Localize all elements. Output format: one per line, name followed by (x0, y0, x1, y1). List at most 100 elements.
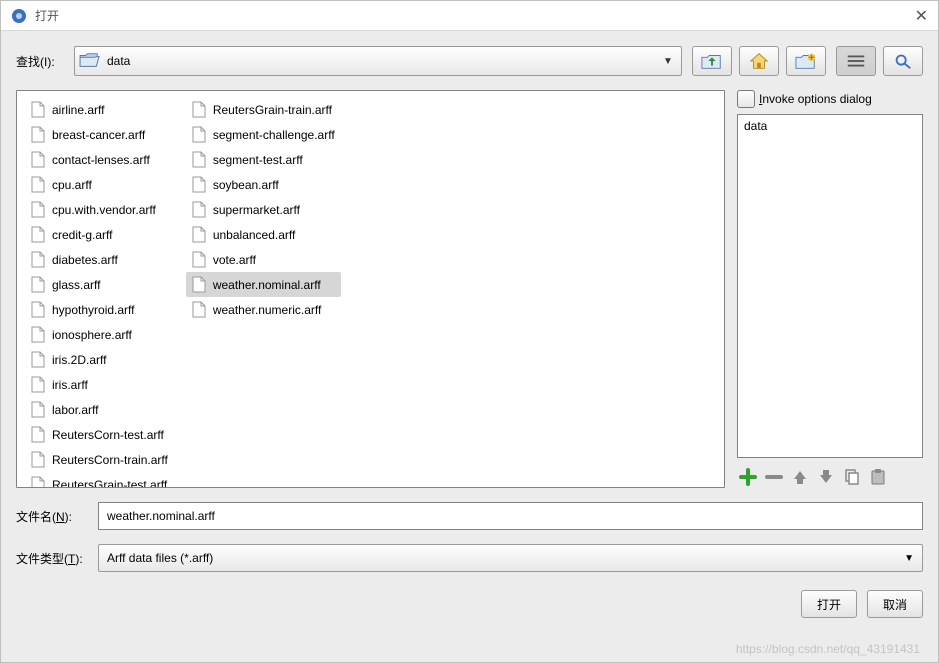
file-item[interactable]: cpu.with.vendor.arff (25, 197, 174, 222)
details-view-button[interactable] (883, 46, 923, 76)
file-item-label: segment-challenge.arff (213, 128, 335, 142)
filename-input[interactable] (98, 502, 923, 530)
remove-icon[interactable] (763, 466, 785, 488)
file-icon (31, 375, 47, 395)
filetype-row: 文件类型(T): Arff data files (*.arff) ▼ (16, 544, 923, 572)
move-up-icon[interactable] (789, 466, 811, 488)
invoke-options-checkbox[interactable] (737, 90, 755, 108)
file-item-label: weather.nominal.arff (213, 278, 321, 292)
file-icon (31, 475, 47, 489)
lookin-combo[interactable]: data ▼ (74, 46, 682, 76)
filename-row: 文件名(N): (16, 502, 923, 530)
file-item[interactable]: breast-cancer.arff (25, 122, 174, 147)
side-list-item[interactable]: data (744, 119, 916, 133)
file-item[interactable]: vote.arff (186, 247, 341, 272)
chevron-down-icon: ▼ (904, 553, 914, 564)
file-icon (192, 125, 208, 145)
chevron-down-icon: ▼ (659, 56, 677, 67)
file-item[interactable]: airline.arff (25, 97, 174, 122)
dialog-body: 查找(I): data ▼ (1, 31, 938, 662)
file-item[interactable]: ReutersCorn-test.arff (25, 422, 174, 447)
file-icon (192, 225, 208, 245)
file-item[interactable]: cpu.arff (25, 172, 174, 197)
file-item-label: credit-g.arff (52, 228, 112, 242)
side-panel: Invoke options dialog data (737, 90, 923, 488)
file-icon (192, 250, 208, 270)
file-item[interactable]: ionosphere.arff (25, 322, 174, 347)
watermark: https://blog.csdn.net/qq_43191431 (736, 642, 920, 656)
file-item[interactable]: segment-test.arff (186, 147, 341, 172)
file-item-label: iris.arff (52, 378, 88, 392)
file-icon (192, 175, 208, 195)
file-item-label: cpu.arff (52, 178, 92, 192)
file-item[interactable]: labor.arff (25, 397, 174, 422)
open-button[interactable]: 打开 (801, 590, 857, 618)
lookin-label: 查找(I): (16, 53, 64, 70)
file-icon (31, 450, 47, 470)
up-one-level-button[interactable] (692, 46, 732, 76)
file-item[interactable]: ReutersCorn-train.arff (25, 447, 174, 472)
file-icon (31, 200, 47, 220)
file-item-label: weather.numeric.arff (213, 303, 322, 317)
file-icon (31, 175, 47, 195)
file-icon (31, 425, 47, 445)
filename-label: 文件名(N): (16, 508, 86, 525)
mid-row: airline.arff breast-cancer.arff contact-le… (16, 90, 923, 488)
file-item-label: segment-test.arff (213, 153, 303, 167)
invoke-options-row: Invoke options dialog (737, 90, 923, 108)
file-icon (31, 125, 47, 145)
file-item[interactable]: glass.arff (25, 272, 174, 297)
file-item[interactable]: soybean.arff (186, 172, 341, 197)
file-item[interactable]: contact-lenses.arff (25, 147, 174, 172)
file-item[interactable]: unbalanced.arff (186, 222, 341, 247)
file-icon (31, 400, 47, 420)
copy-icon[interactable] (841, 466, 863, 488)
new-folder-button[interactable] (786, 46, 826, 76)
filetype-value: Arff data files (*.arff) (107, 551, 213, 565)
file-icon (192, 150, 208, 170)
file-icon (31, 250, 47, 270)
add-icon[interactable] (737, 466, 759, 488)
cancel-button[interactable]: 取消 (867, 590, 923, 618)
app-icon (11, 8, 27, 24)
file-item-label: breast-cancer.arff (52, 128, 145, 142)
file-item[interactable]: diabetes.arff (25, 247, 174, 272)
file-item-label: hypothyroid.arff (52, 303, 135, 317)
file-item[interactable]: iris.arff (25, 372, 174, 397)
list-view-button[interactable] (836, 46, 876, 76)
lookin-row: 查找(I): data ▼ (16, 46, 923, 76)
lookin-value: data (107, 54, 659, 68)
home-button[interactable] (739, 46, 779, 76)
folder-open-icon (79, 51, 101, 72)
file-item[interactable]: ReutersGrain-train.arff (186, 97, 341, 122)
file-item[interactable]: weather.numeric.arff (186, 297, 341, 322)
window-title: 打开 (35, 7, 59, 24)
file-item[interactable]: hypothyroid.arff (25, 297, 174, 322)
file-icon (192, 100, 208, 120)
file-item[interactable]: ReutersGrain-test.arff (25, 472, 174, 488)
filetype-label: 文件类型(T): (16, 550, 86, 567)
move-down-icon[interactable] (815, 466, 837, 488)
file-item-label: supermarket.arff (213, 203, 300, 217)
file-item-label: ReutersCorn-test.arff (52, 428, 164, 442)
file-icon (192, 300, 208, 320)
dialog-buttons: 打开 取消 (16, 590, 923, 618)
paste-icon[interactable] (867, 466, 889, 488)
file-icon (31, 150, 47, 170)
file-item-label: airline.arff (52, 103, 104, 117)
file-item[interactable]: iris.2D.arff (25, 347, 174, 372)
side-toolbar (737, 466, 923, 488)
file-item[interactable]: weather.nominal.arff (186, 272, 341, 297)
file-column: ReutersGrain-train.arff segment-challenge… (186, 97, 341, 322)
filetype-combo[interactable]: Arff data files (*.arff) ▼ (98, 544, 923, 572)
file-item[interactable]: credit-g.arff (25, 222, 174, 247)
close-icon[interactable]: ✕ (915, 6, 928, 26)
file-item[interactable]: supermarket.arff (186, 197, 341, 222)
side-list[interactable]: data (737, 114, 923, 458)
file-item-label: diabetes.arff (52, 253, 118, 267)
file-item-label: ReutersCorn-train.arff (52, 453, 168, 467)
file-browser[interactable]: airline.arff breast-cancer.arff contact-le… (16, 90, 725, 488)
file-icon (192, 200, 208, 220)
file-item-label: glass.arff (52, 278, 100, 292)
file-item[interactable]: segment-challenge.arff (186, 122, 341, 147)
